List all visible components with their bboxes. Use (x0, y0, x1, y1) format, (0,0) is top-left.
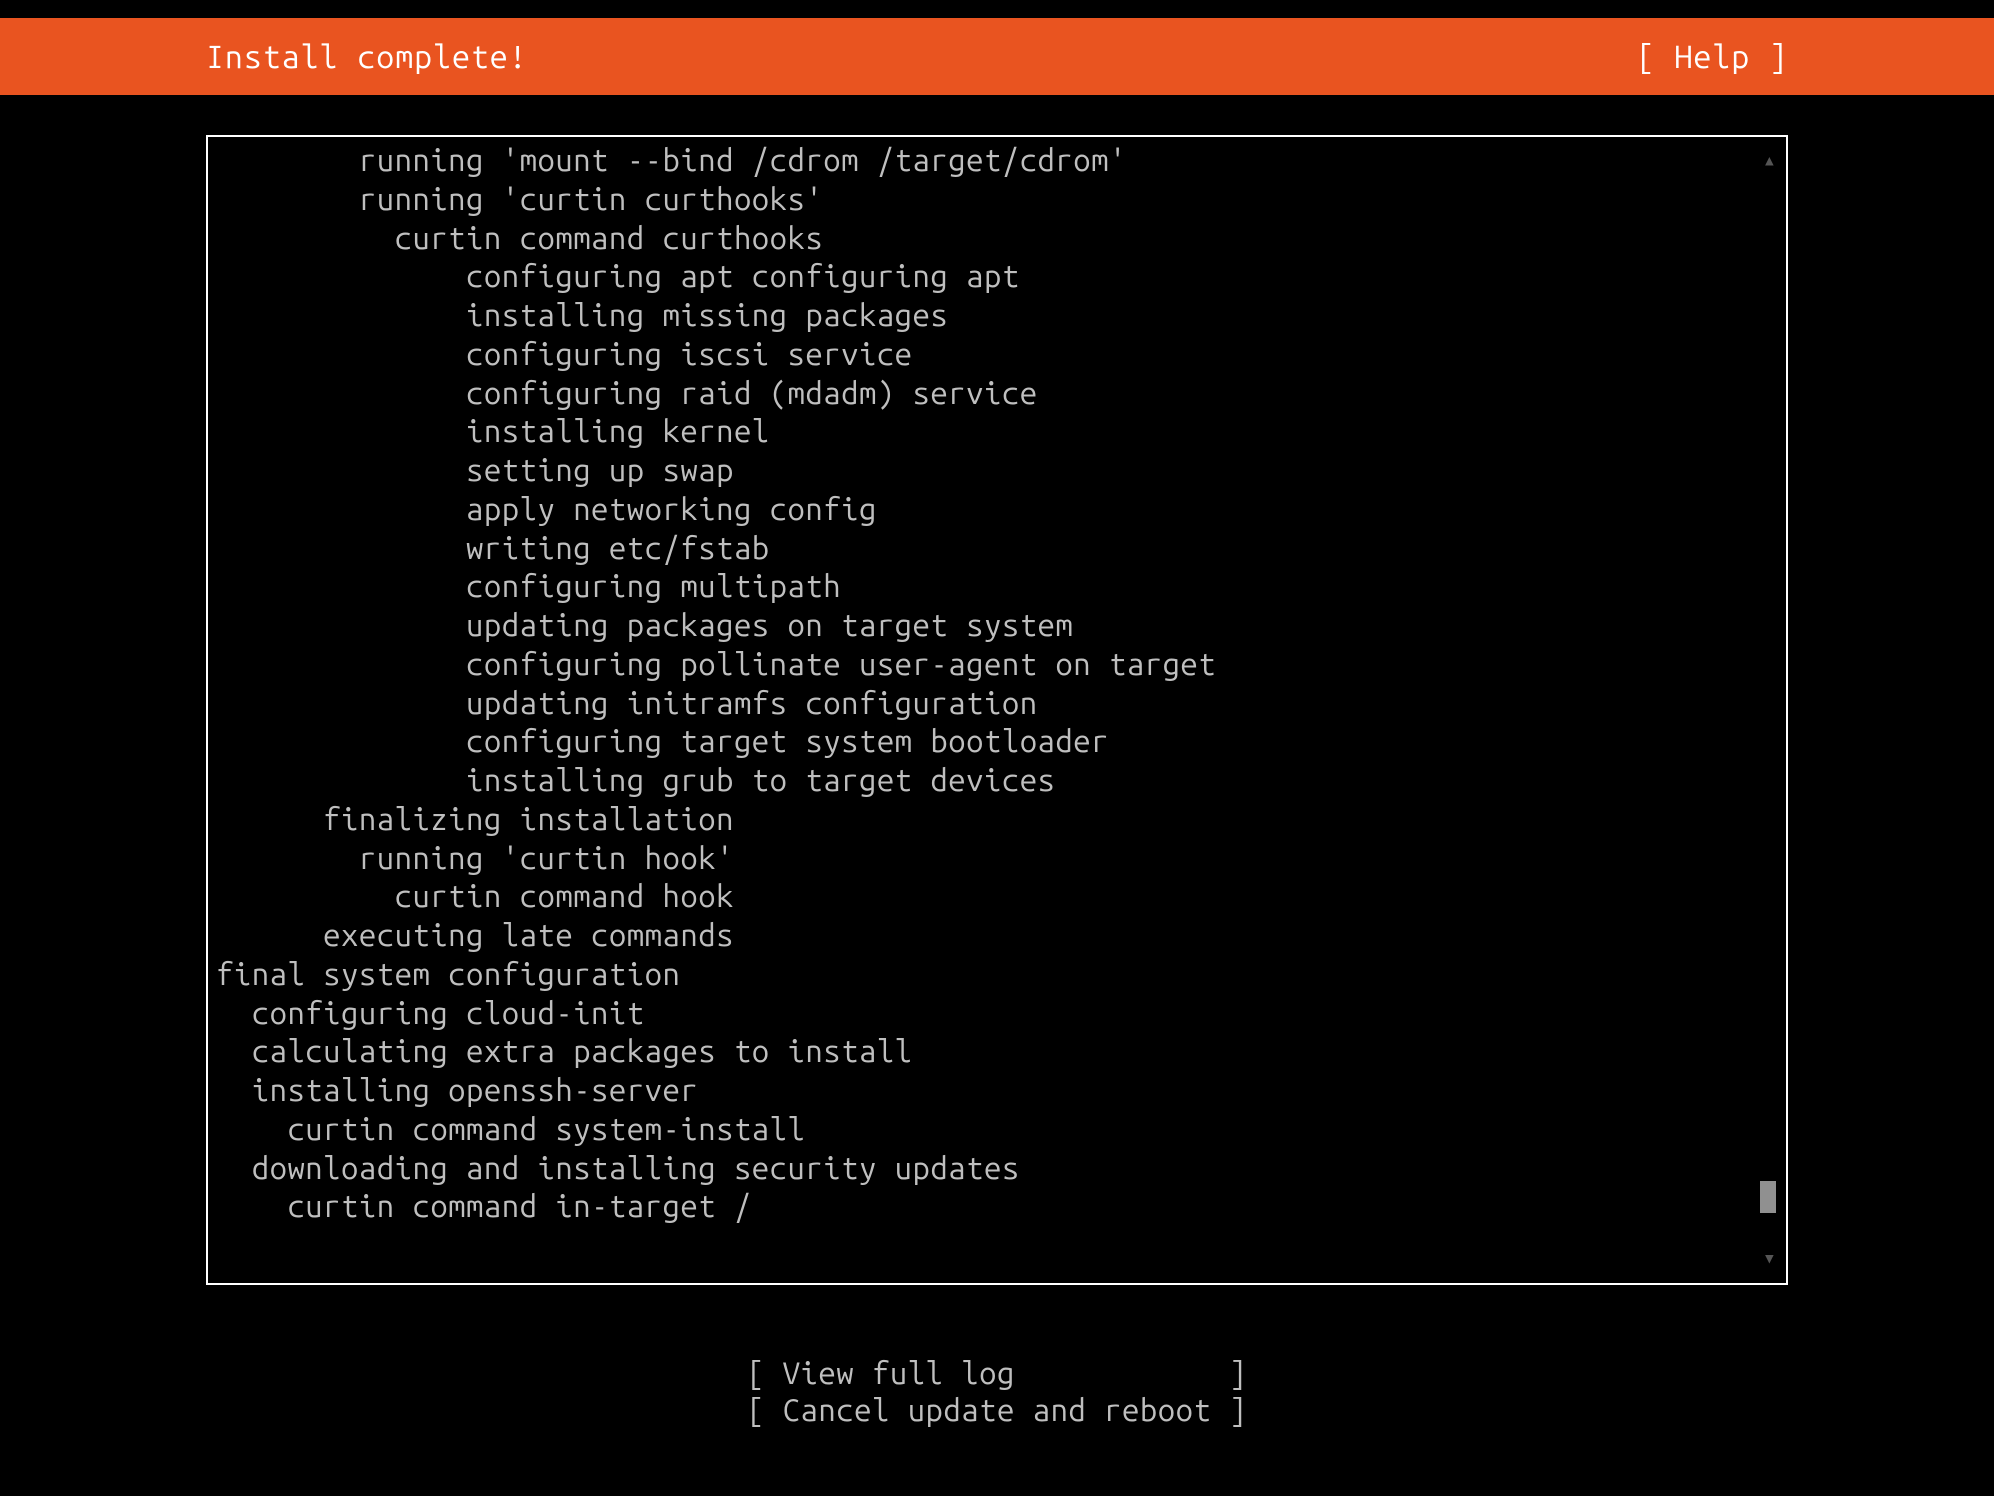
log-line: curtin command curthooks (216, 219, 1778, 258)
log-line: curtin command system-install (216, 1110, 1778, 1149)
log-line: configuring multipath (216, 567, 1778, 606)
log-line: running 'mount --bind /cdrom /target/cdr… (216, 141, 1778, 180)
log-line: setting up swap (216, 451, 1778, 490)
log-line: configuring target system bootloader (216, 722, 1778, 761)
view-full-log-button[interactable]: [ View full log ] (747, 1355, 1247, 1390)
scroll-up-icon[interactable]: ▴ (1763, 147, 1776, 173)
log-text: running 'mount --bind /cdrom /target/cdr… (208, 137, 1786, 1230)
log-line: running 'curtin curthooks' (216, 180, 1778, 219)
log-line: curtin command in-target / (216, 1187, 1778, 1226)
log-line: downloading and installing security upda… (216, 1149, 1778, 1188)
log-line: running 'curtin hook' (216, 839, 1778, 878)
content-area: running 'mount --bind /cdrom /target/cdr… (0, 95, 1994, 1427)
log-line: calculating extra packages to install (216, 1032, 1778, 1071)
page-title: Install complete! (206, 39, 528, 75)
log-line: installing kernel (216, 412, 1778, 451)
header-bar: Install complete! [ Help ] (0, 18, 1994, 95)
log-line: writing etc/fstab (216, 529, 1778, 568)
log-line: installing grub to target devices (216, 761, 1778, 800)
help-button[interactable]: [ Help ] (1637, 39, 1788, 75)
scroll-down-icon[interactable]: ▾ (1763, 1245, 1776, 1271)
log-line: updating initramfs configuration (216, 684, 1778, 723)
log-line: installing openssh-server (216, 1071, 1778, 1110)
cancel-reboot-button[interactable]: [ Cancel update and reboot ] (747, 1392, 1247, 1427)
scrollbar-thumb[interactable] (1760, 1181, 1776, 1213)
log-line: executing late commands (216, 916, 1778, 955)
log-line: configuring pollinate user-agent on targ… (216, 645, 1778, 684)
log-line: updating packages on target system (216, 606, 1778, 645)
log-line: finalizing installation (216, 800, 1778, 839)
log-line: configuring cloud-init (216, 994, 1778, 1033)
log-line: apply networking config (216, 490, 1778, 529)
black-bar-top (0, 0, 1994, 18)
log-line: installing missing packages (216, 296, 1778, 335)
footer-actions: [ View full log ] [ Cancel update and re… (206, 1355, 1788, 1427)
log-viewer[interactable]: running 'mount --bind /cdrom /target/cdr… (206, 135, 1788, 1285)
log-line: configuring apt configuring apt (216, 257, 1778, 296)
log-line: curtin command hook (216, 877, 1778, 916)
log-line: final system configuration (216, 955, 1778, 994)
log-line: configuring iscsi service (216, 335, 1778, 374)
log-line: configuring raid (mdadm) service (216, 374, 1778, 413)
